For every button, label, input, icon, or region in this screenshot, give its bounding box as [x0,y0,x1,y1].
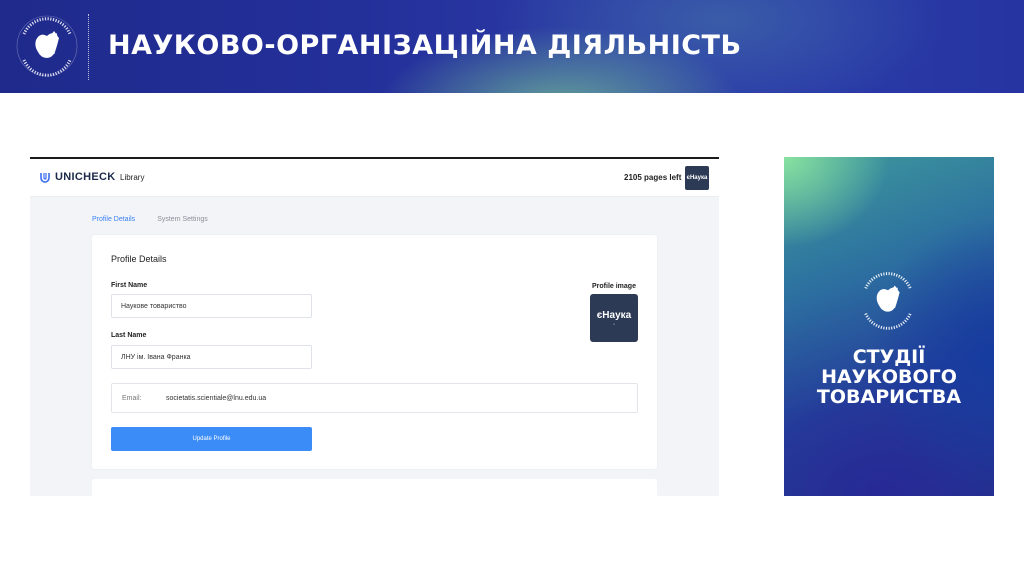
poster-title-line1: СТУДІЇ [852,346,926,368]
page-title: НАУКОВО-ОРГАНІЗАЦІЙНА ДІЯЛЬНІСТЬ [108,30,742,61]
settings-tabs: Profile Details System Settings [92,216,208,223]
tab-profile-details[interactable]: Profile Details [92,216,135,223]
last-name-input[interactable]: ЛНУ ім. Івана Франка [111,345,312,369]
update-profile-button[interactable]: Update Profile [111,427,312,451]
section-title: Profile Details [111,254,167,264]
studio-poster: СТУДІЇ НАУКОВОГО ТОВАРИСТВА [784,157,994,496]
university-logo [864,272,912,330]
app-topbar: UNICHECK Library 2105 pages left єНаука [30,159,719,197]
university-logo [16,15,78,77]
first-name-input[interactable]: Наукове товариство [111,294,312,318]
header-banner: НАУКОВО-ОРГАНІЗАЦІЙНА ДІЯЛЬНІСТЬ [0,0,1024,93]
profile-image-label: Profile image [592,283,636,290]
profile-image-text: єНаука [596,310,632,321]
email-label: Email: [122,395,142,402]
brand[interactable]: UNICHECK [39,171,115,183]
app-screenshot: UNICHECK Library 2105 pages left єНаука … [30,157,719,496]
poster-title-line3: ТОВАРИСТВА [816,386,962,408]
poster-title: СТУДІЇ НАУКОВОГО ТОВАРИСТВА [784,347,994,407]
profile-image[interactable]: єНаука ● [590,294,638,342]
brand-name: UNICHECK [55,171,116,183]
tab-system-settings[interactable]: System Settings [157,216,208,223]
unicheck-logo-icon [40,173,50,183]
profile-details-card: Profile Details First Name Наукове товар… [92,235,657,469]
profile-image-dot-icon: ● [613,322,615,326]
last-name-label: Last Name [111,332,147,339]
pages-left-counter: 2105 pages left [624,173,682,182]
secondary-card [92,479,657,496]
email-value: societatis.scientiale@lnu.edu.ua [166,395,267,402]
first-name-label: First Name [111,282,148,289]
banner-divider [88,14,89,80]
email-field: Email: societatis.scientiale@lnu.edu.ua [111,383,638,413]
nav-library-link[interactable]: Library [120,173,144,182]
poster-title-line2: НАУКОВОГО [821,366,957,388]
avatar[interactable]: єНаука [685,166,709,190]
